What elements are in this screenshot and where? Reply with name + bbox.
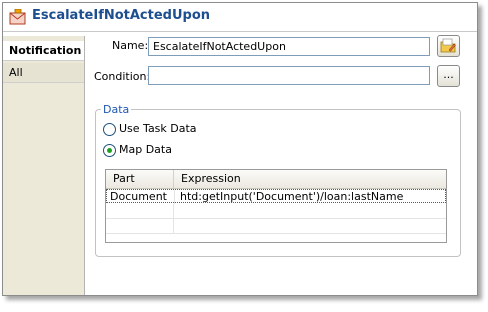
use-task-data-label: Use Task Data bbox=[119, 122, 197, 135]
map-data-radio[interactable] bbox=[103, 143, 116, 157]
data-group-legend: Data bbox=[101, 103, 132, 116]
table-row[interactable]: Document htd:getInput('Document')/loan:l… bbox=[106, 189, 447, 204]
part-cell-empty[interactable] bbox=[106, 219, 174, 233]
part-cell-empty[interactable] bbox=[106, 204, 174, 218]
sidebar-item-notification[interactable]: Notification bbox=[3, 41, 84, 61]
mapping-table[interactable]: Part Expression Document htd:getInput('D… bbox=[105, 169, 447, 243]
condition-label: Condition: bbox=[94, 70, 151, 83]
map-data-option[interactable]: Map Data bbox=[103, 142, 172, 158]
expression-cell[interactable]: htd:getInput('Document')/loan:lastName bbox=[175, 190, 447, 204]
column-header-expression[interactable]: Expression bbox=[174, 170, 446, 188]
page-title: EscalateIfNotActedUpon bbox=[32, 8, 211, 23]
browse-name-button[interactable] bbox=[437, 35, 460, 57]
name-label: Name: bbox=[112, 39, 149, 52]
map-data-label: Map Data bbox=[119, 143, 172, 156]
table-header: Part Expression bbox=[106, 170, 446, 189]
use-task-data-option[interactable]: Use Task Data bbox=[103, 121, 197, 137]
expression-cell-empty[interactable] bbox=[174, 219, 446, 233]
part-cell[interactable]: Document bbox=[107, 190, 175, 204]
use-task-data-radio[interactable] bbox=[103, 122, 116, 136]
sidebar: Notification All bbox=[3, 36, 85, 295]
condition-browse-button[interactable]: ... bbox=[437, 65, 460, 87]
table-row-empty[interactable] bbox=[106, 204, 446, 219]
table-row-empty[interactable] bbox=[106, 219, 446, 234]
condition-input[interactable] bbox=[148, 66, 430, 85]
name-input[interactable]: EscalateIfNotActedUpon bbox=[148, 37, 430, 56]
column-header-part[interactable]: Part bbox=[106, 170, 174, 188]
title-bar: EscalateIfNotActedUpon bbox=[3, 3, 477, 32]
expression-cell-empty[interactable] bbox=[174, 204, 446, 218]
envelope-escalation-icon bbox=[9, 8, 27, 25]
folder-pencil-icon bbox=[440, 38, 456, 53]
sidebar-item-all[interactable]: All bbox=[3, 63, 84, 83]
